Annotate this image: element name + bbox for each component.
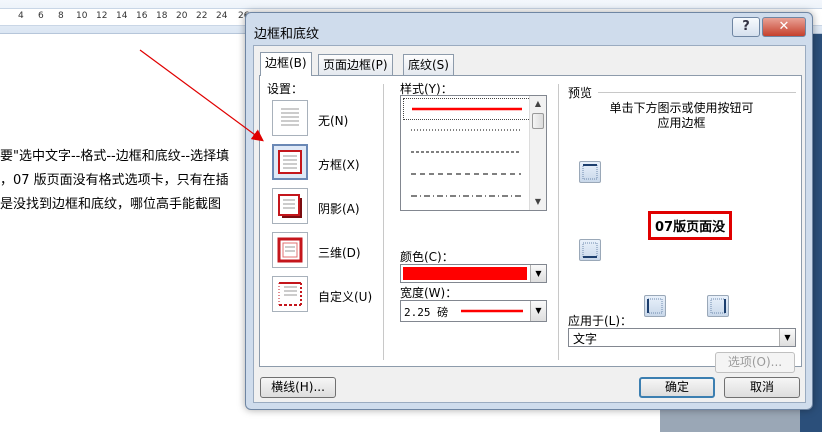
- ruler-number: 16: [136, 11, 148, 21]
- preview-divider-line: [598, 92, 796, 93]
- ruler-number: 6: [38, 11, 44, 21]
- ruler-number: 24: [216, 11, 228, 21]
- color-label: 颜色(C)：: [400, 250, 454, 264]
- left-border-button[interactable]: [644, 295, 666, 317]
- setting-3d-button[interactable]: [272, 232, 308, 268]
- settings-divider: [383, 84, 384, 360]
- preview-panel: 预览 单击下方图示或使用按钮可 应用边框 07版页面没 应用于(L)： 文字 ▼…: [560, 76, 803, 373]
- tab-borders[interactable]: 边框(B): [260, 52, 312, 76]
- setting-box-label[interactable]: 方框(X): [318, 156, 360, 173]
- document-text-line: 是没找到边框和底纹，哪位高手能截图: [0, 197, 222, 212]
- dialog-titlebar[interactable]: 边框和底纹 ? ✕: [246, 13, 812, 45]
- setting-custom-icon: [278, 282, 302, 306]
- setting-custom-label[interactable]: 自定义(U): [318, 288, 372, 305]
- scroll-down-icon[interactable]: ▼: [530, 194, 546, 210]
- setting-shadow-button[interactable]: [272, 188, 308, 224]
- borders-and-shading-dialog: 边框和底纹 ? ✕ 边框(B) 页面边框(P) 底纹(S) 设置： 无(N) 方…: [245, 12, 813, 410]
- help-icon: ?: [742, 19, 750, 34]
- setting-3d-icon: [277, 237, 303, 263]
- color-swatch: [403, 267, 527, 280]
- apply-to-value: 文字: [573, 332, 598, 346]
- left-border-icon: [647, 298, 663, 314]
- setting-shadow-icon: [278, 194, 302, 218]
- color-dropdown[interactable]: ▼: [400, 264, 547, 283]
- ruler-number: 10: [76, 11, 88, 21]
- scroll-thumb[interactable]: [532, 113, 544, 129]
- close-icon: ✕: [778, 19, 790, 34]
- preview-label: 预览: [568, 86, 593, 100]
- cancel-button[interactable]: 取消: [724, 377, 800, 398]
- width-dropdown[interactable]: 2.25 磅 ▼: [400, 300, 547, 322]
- ruler-number: 4: [18, 11, 24, 21]
- apply-to-dropdown[interactable]: 文字 ▼: [568, 328, 796, 347]
- ruler-number: 14: [116, 11, 128, 21]
- apply-to-label: 应用于(L)：: [568, 314, 633, 328]
- line-style-dotted-sample: [411, 129, 521, 131]
- width-label: 宽度(W)：: [400, 286, 458, 300]
- setting-box-icon: [278, 150, 302, 174]
- document-text-line: 要"选中文字--格式--边框和底纹--选择填: [0, 149, 230, 164]
- setting-none-icon: [281, 108, 299, 126]
- right-border-button[interactable]: [707, 295, 729, 317]
- options-button[interactable]: 选项(O)...: [715, 352, 795, 373]
- line-style-solid[interactable]: [403, 98, 531, 120]
- bottom-border-button[interactable]: [579, 239, 601, 261]
- borders-tab-panel: 设置： 无(N) 方框(X) 阴影(A) 三维(D) 自定义(U) 样式(Y)：…: [259, 75, 803, 373]
- preview-sample-text[interactable]: 07版页面没: [648, 211, 733, 240]
- tab-shading[interactable]: 底纹(S): [403, 54, 454, 75]
- ok-button[interactable]: 确定: [639, 377, 715, 398]
- setting-box-button[interactable]: [272, 144, 308, 180]
- width-value: 2.25 磅: [404, 306, 449, 319]
- style-list-scrollbar[interactable]: ▲ ▼: [529, 96, 546, 210]
- bottom-border-icon: [582, 242, 598, 258]
- ruler-number: 12: [96, 11, 108, 21]
- right-border-icon: [710, 298, 726, 314]
- line-style-dash-dot[interactable]: [403, 186, 531, 208]
- setting-none-label[interactable]: 无(N): [318, 112, 348, 129]
- preview-hint-line2: 应用边框: [657, 116, 706, 130]
- help-button[interactable]: ?: [732, 17, 760, 37]
- dialog-title: 边框和底纹: [254, 27, 320, 42]
- ruler-number: 8: [58, 11, 64, 21]
- preview-divider: [558, 84, 559, 360]
- line-style-solid-sample: [412, 107, 522, 111]
- setting-3d-label[interactable]: 三维(D): [318, 244, 361, 261]
- preview-hint-line1: 单击下方图示或使用按钮可: [609, 101, 754, 115]
- dialog-client-area: 边框(B) 页面边框(P) 底纹(S) 设置： 无(N) 方框(X) 阴影(A)…: [253, 45, 806, 403]
- line-style-small-dash-sample: [411, 151, 521, 153]
- chevron-down-icon[interactable]: ▼: [779, 329, 795, 346]
- chevron-down-icon[interactable]: ▼: [530, 301, 546, 321]
- top-border-button[interactable]: [579, 161, 601, 183]
- width-line-sample: [461, 309, 523, 313]
- chevron-down-icon[interactable]: ▼: [530, 265, 546, 282]
- setting-none-button[interactable]: [272, 100, 308, 136]
- setting-shadow-label[interactable]: 阴影(A): [318, 200, 360, 217]
- setting-custom-button[interactable]: [272, 276, 308, 312]
- scroll-up-icon[interactable]: ▲: [530, 96, 546, 112]
- ruler-number: 18: [156, 11, 168, 21]
- close-button[interactable]: ✕: [762, 17, 806, 37]
- settings-label: 设置：: [267, 82, 304, 96]
- line-style-dotted[interactable]: [403, 120, 531, 142]
- line-style-dash-dot-sample: [411, 195, 521, 197]
- ruler-number: 20: [176, 11, 188, 21]
- horizontal-line-button[interactable]: 横线(H)...: [260, 377, 336, 398]
- line-style-dash-sample: [411, 173, 521, 175]
- top-border-icon: [582, 164, 598, 180]
- document-text-line: ，07 版页面没有格式选项卡，只有在插: [0, 173, 229, 188]
- tab-page-border[interactable]: 页面边框(P): [318, 54, 393, 75]
- line-style-small-dash[interactable]: [403, 142, 531, 164]
- line-style-dash[interactable]: [403, 164, 531, 186]
- line-style-list[interactable]: ▲ ▼: [400, 95, 547, 211]
- ruler-number: 22: [196, 11, 208, 21]
